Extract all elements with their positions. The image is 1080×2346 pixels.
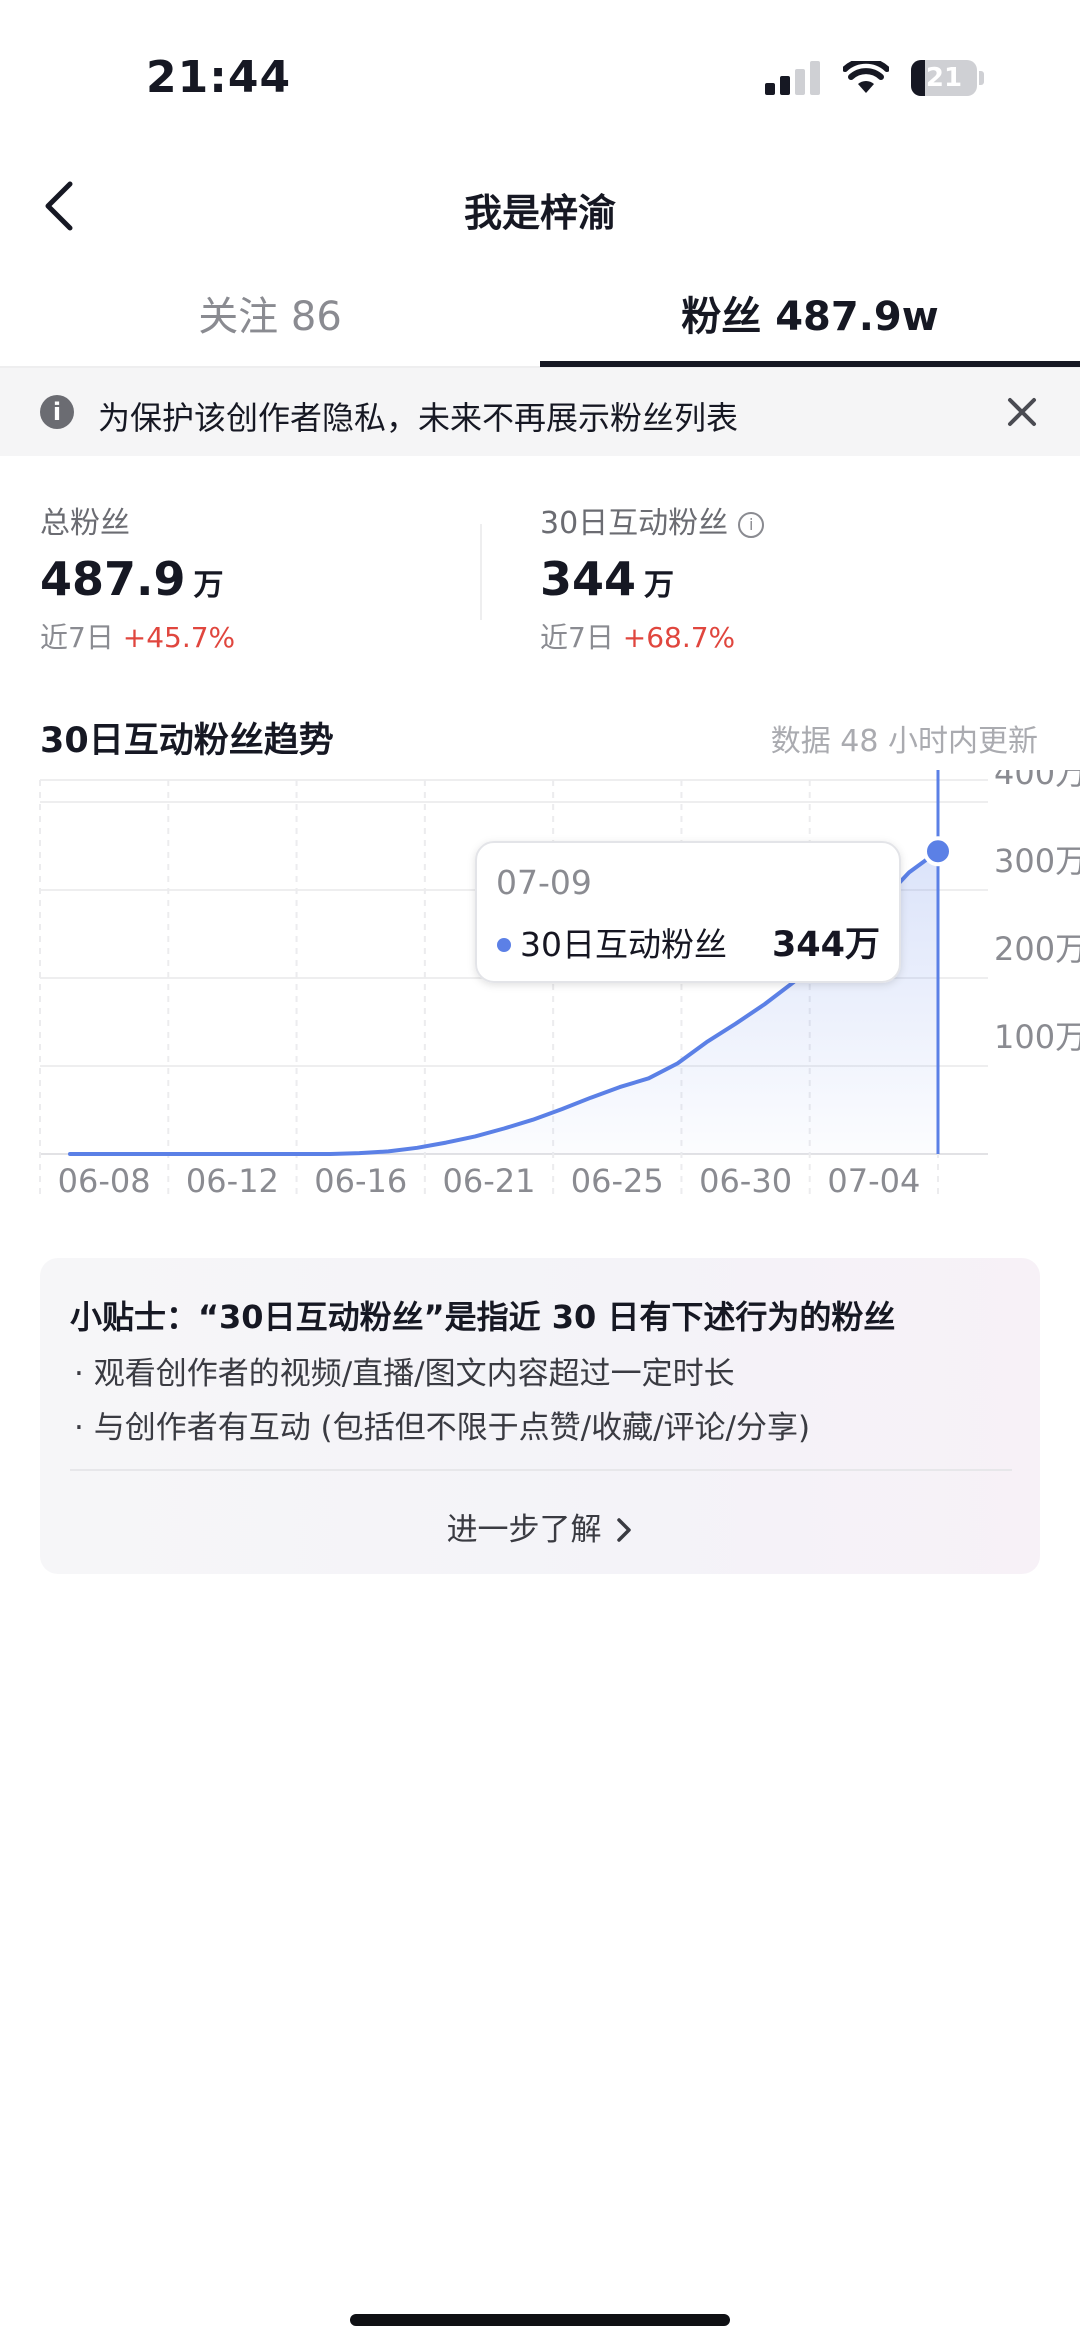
chart-x-tick-label: 06-08 bbox=[58, 1162, 151, 1200]
home-indicator bbox=[350, 2314, 730, 2326]
chart-x-tick-label: 06-25 bbox=[571, 1162, 664, 1200]
chart-tooltip: 07-09 30日互动粉丝 344万 bbox=[475, 841, 901, 983]
chart-y-tick-label: 400万 bbox=[994, 770, 1080, 792]
info-icon[interactable]: i bbox=[738, 511, 765, 538]
active-fans-value: 344 bbox=[540, 552, 637, 606]
chart-tooltip-value: 344万 bbox=[772, 925, 880, 965]
active-fans-change-label: 近7日 bbox=[540, 621, 614, 654]
active-fans-label: 30日互动粉丝 bbox=[540, 506, 729, 541]
total-fans-block: 总粉丝 487.9 万 近7日 +45.7% bbox=[40, 498, 235, 656]
close-icon[interactable] bbox=[1002, 392, 1042, 432]
learn-more-label: 进一步了解 bbox=[446, 1512, 602, 1548]
total-fans-value: 487.9 bbox=[40, 552, 186, 606]
wifi-icon bbox=[843, 61, 889, 93]
tab-active-indicator bbox=[540, 361, 1080, 367]
total-fans-label: 总粉丝 bbox=[40, 506, 130, 541]
learn-more-link[interactable]: 进一步了解 bbox=[0, 1504, 1080, 1549]
battery-fill bbox=[911, 60, 925, 96]
stats-divider bbox=[480, 524, 482, 620]
chevron-right-icon bbox=[617, 1518, 632, 1542]
battery-icon: 21 bbox=[911, 60, 977, 96]
chart-title: 30日互动粉丝趋势 bbox=[40, 721, 334, 761]
info-icon: i bbox=[40, 395, 74, 429]
tips-divider bbox=[70, 1469, 1012, 1471]
battery-level: 21 bbox=[925, 63, 963, 93]
tab-following[interactable]: 关注 86 bbox=[60, 284, 480, 344]
chart-y-tick-label: 200万 bbox=[994, 930, 1080, 968]
tips-item: · 观看创作者的视频/直播/图文内容超过一定时长 bbox=[74, 1356, 735, 1392]
chart-point-highlight bbox=[923, 836, 953, 867]
chart-update-note: 数据 48 小时内更新 bbox=[770, 724, 1038, 759]
chart-tooltip-date: 07-09 bbox=[496, 863, 592, 902]
chart-x-tick-label: 06-12 bbox=[186, 1162, 279, 1200]
fans-trend-chart[interactable]: 06-08 06-12 06-16 06-21 06-25 06-30 07-04 100万 2… bbox=[0, 770, 1080, 1210]
chart-x-tick-label: 06-16 bbox=[314, 1162, 407, 1200]
active-fans-block: 30日互动粉丝 i 344 万 近7日 +68.7% bbox=[540, 498, 765, 656]
tab-fans[interactable]: 粉丝 487.9w bbox=[540, 284, 1080, 344]
total-fans-change-label: 近7日 bbox=[40, 621, 114, 654]
active-fans-unit: 万 bbox=[644, 568, 675, 603]
cellular-signal-icon bbox=[765, 61, 820, 95]
chart-tooltip-marker bbox=[497, 938, 511, 952]
tips-title: 小贴士：“30日互动粉丝”是指近 30 日有下述行为的粉丝 bbox=[70, 1298, 896, 1336]
notice-text: 为保护该创作者隐私，未来不再展示粉丝列表 bbox=[98, 399, 739, 437]
total-fans-change: +45.7% bbox=[122, 621, 236, 654]
chart-x-tick-label: 07-04 bbox=[827, 1162, 920, 1200]
page-title: 我是梓渝 bbox=[463, 191, 616, 235]
chart-x-tick-label: 06-21 bbox=[443, 1162, 536, 1200]
chart-y-tick-label: 300万 bbox=[994, 842, 1080, 880]
chart-y-tick-label: 100万 bbox=[994, 1018, 1080, 1056]
chart-tooltip-series: 30日互动粉丝 bbox=[520, 925, 727, 964]
status-icons: 21 bbox=[765, 56, 984, 100]
total-fans-unit: 万 bbox=[193, 568, 224, 603]
active-fans-change: +68.7% bbox=[622, 621, 736, 654]
tips-item: · 与创作者有互动 (包括但不限于点赞/收藏/评论/分享) bbox=[74, 1410, 811, 1446]
chart-x-tick-label: 06-30 bbox=[699, 1162, 792, 1200]
status-time: 21:44 bbox=[146, 52, 292, 103]
